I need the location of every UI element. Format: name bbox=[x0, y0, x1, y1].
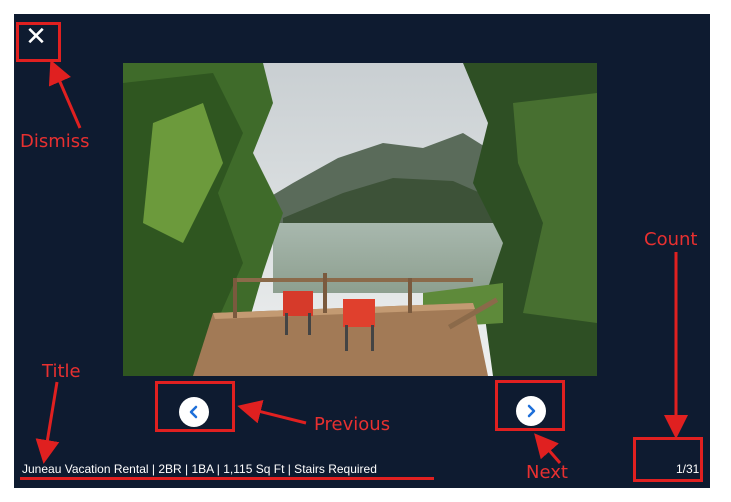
previous-highlight-box bbox=[155, 381, 235, 432]
gallery-photo bbox=[123, 63, 597, 376]
title-label: Title bbox=[42, 361, 81, 382]
next-label: Next bbox=[526, 462, 568, 483]
count-label: Count bbox=[644, 229, 698, 250]
next-highlight-box bbox=[495, 380, 565, 431]
count-highlight-box bbox=[633, 437, 703, 482]
dismiss-highlight-box bbox=[16, 22, 61, 62]
listing-title: Juneau Vacation Rental | 2BR | 1BA | 1,1… bbox=[22, 462, 377, 476]
dismiss-label: Dismiss bbox=[20, 131, 90, 152]
title-underline bbox=[20, 477, 434, 480]
previous-label: Previous bbox=[314, 414, 391, 435]
